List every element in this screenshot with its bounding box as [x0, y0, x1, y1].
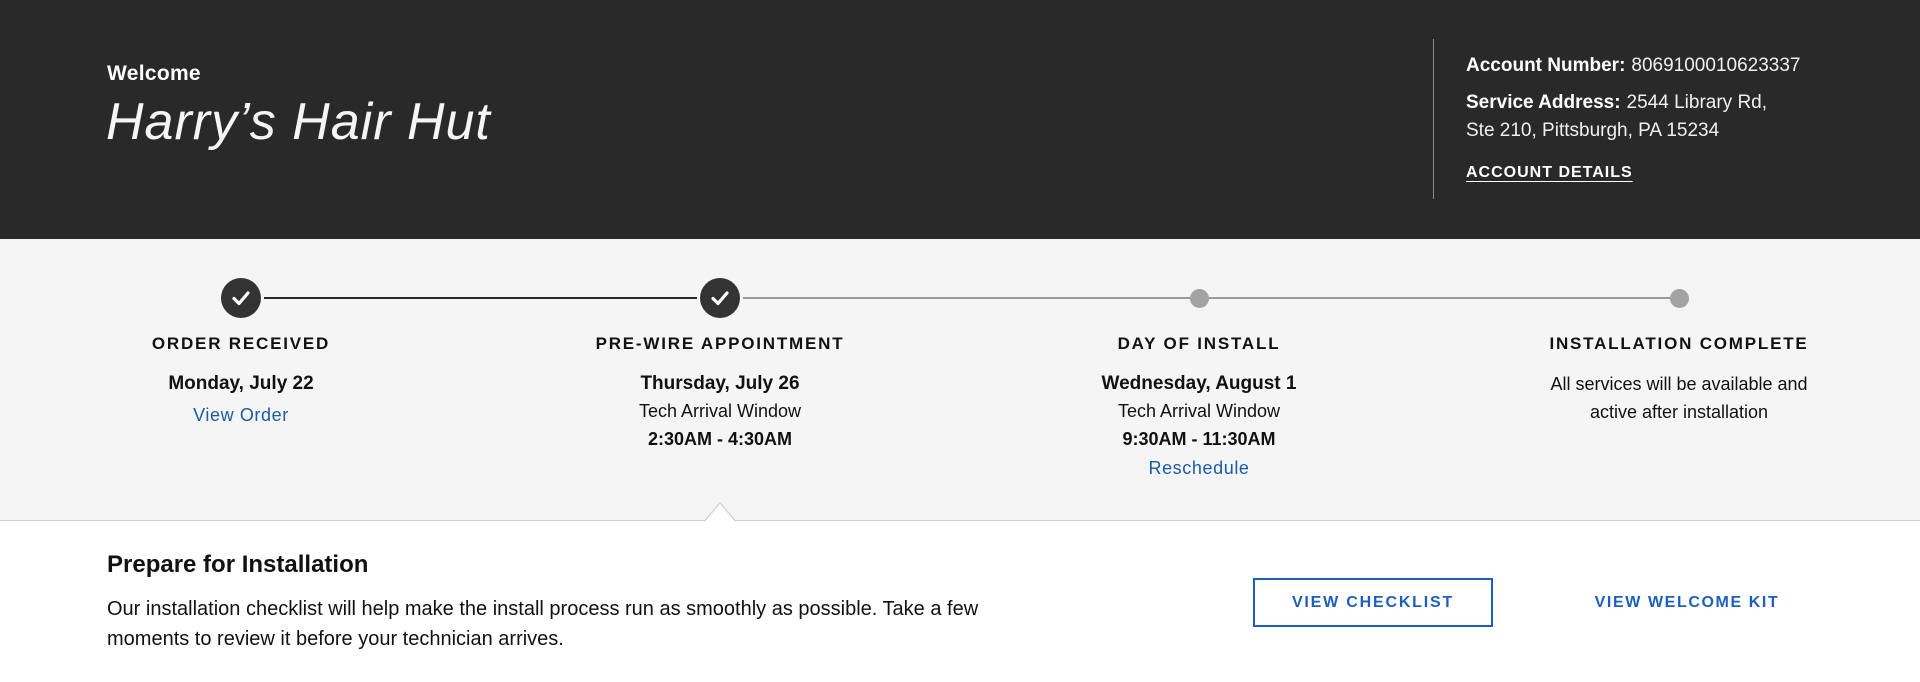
prepare-title: Prepare for Installation: [107, 551, 369, 578]
service-address-line1: 2544 Library Rd,: [1626, 92, 1768, 113]
step-day-of-install: DAY OF INSTALL Wednesday, August 1 Tech …: [1019, 334, 1379, 479]
step-installation-complete: INSTALLATION COMPLETE All services will …: [1499, 334, 1859, 426]
view-welcome-kit-button[interactable]: VIEW WELCOME KIT: [1574, 578, 1800, 627]
prepare-description-line2: moments to review it before your technic…: [107, 628, 564, 650]
step-date: Wednesday, August 1: [1101, 373, 1297, 394]
account-number-label: Account Number:: [1466, 55, 1626, 76]
step-description-line2: active after installation: [1589, 402, 1769, 422]
account-details-link[interactable]: ACCOUNT DETAILS: [1466, 159, 1633, 187]
welcome-label: Welcome: [107, 62, 201, 85]
service-address-row: Service Address: 2544 Library Rd,: [1466, 89, 1800, 117]
step-title: PRE-WIRE APPOINTMENT: [595, 334, 845, 353]
view-order-link[interactable]: View Order: [193, 405, 289, 426]
step-description-line1: All services will be available and: [1550, 374, 1808, 394]
account-header: Welcome Harry’s Hair Hut Account Number:…: [0, 0, 1920, 239]
header-divider: [1433, 39, 1434, 199]
step-title: DAY OF INSTALL: [1117, 334, 1281, 353]
business-name: Harry’s Hair Hut: [106, 93, 491, 151]
prepare-description: Our installation checklist will help mak…: [107, 594, 1037, 654]
account-info: Account Number: 8069100010623337 Service …: [1466, 52, 1800, 187]
step-order-received: ORDER RECEIVED Monday, July 22 View Orde…: [61, 334, 421, 426]
arrival-window-label: Tech Arrival Window: [638, 401, 802, 421]
active-step-pointer: [704, 502, 736, 522]
step-pending-dot: [1670, 289, 1689, 308]
arrival-window-time: 9:30AM - 11:30AM: [1122, 429, 1276, 449]
progress-line-complete: [241, 297, 720, 299]
reschedule-link[interactable]: Reschedule: [1148, 458, 1249, 479]
account-number-row: Account Number: 8069100010623337: [1466, 52, 1800, 80]
step-pre-wire-appointment: PRE-WIRE APPOINTMENT Thursday, July 26 T…: [540, 334, 900, 450]
step-complete-check-icon: [700, 278, 740, 318]
service-address-line2: Ste 210, Pittsburgh, PA 15234: [1466, 120, 1720, 141]
step-pending-dot: [1190, 289, 1209, 308]
step-title: ORDER RECEIVED: [151, 334, 331, 353]
service-address-label: Service Address:: [1466, 92, 1621, 113]
view-checklist-button[interactable]: VIEW CHECKLIST: [1253, 578, 1493, 627]
account-number-value: 8069100010623337: [1631, 55, 1801, 76]
step-complete-check-icon: [221, 278, 261, 318]
arrival-window-label: Tech Arrival Window: [1117, 401, 1281, 421]
arrival-window-time: 2:30AM - 4:30AM: [647, 429, 793, 449]
step-title: INSTALLATION COMPLETE: [1549, 334, 1809, 353]
step-date: Thursday, July 26: [640, 373, 800, 394]
step-description: All services will be available and activ…: [1499, 370, 1859, 426]
step-date: Monday, July 22: [168, 373, 314, 394]
prepare-description-line1: Our installation checklist will help mak…: [107, 598, 979, 620]
